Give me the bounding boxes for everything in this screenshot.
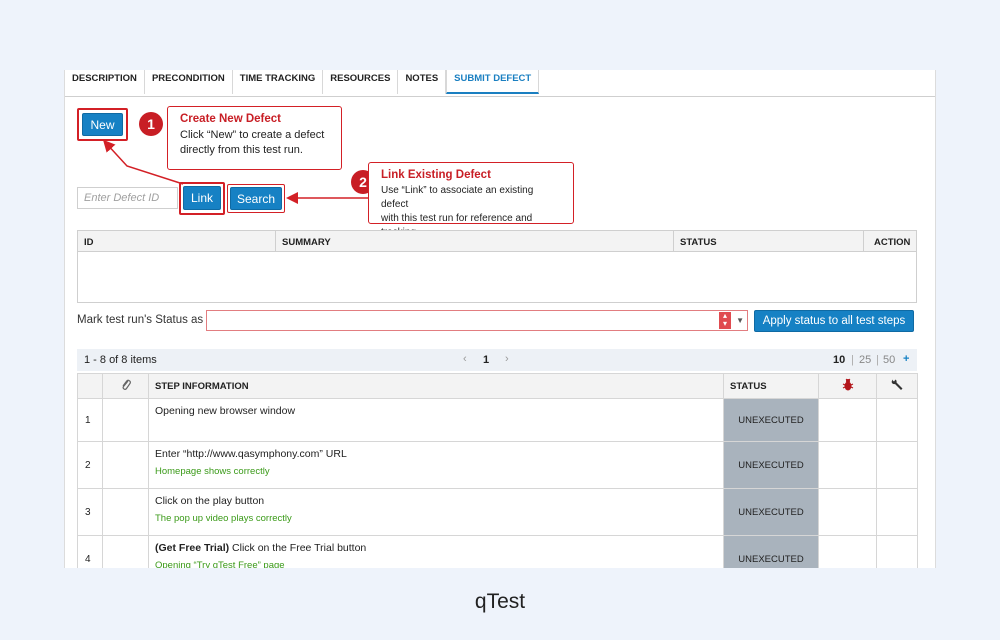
defect-table-header: ID SUMMARY STATUS ACTION xyxy=(77,230,917,252)
step-bug-cell xyxy=(818,441,877,489)
col-summary: SUMMARY xyxy=(282,237,331,248)
callout-1-badge: 1 xyxy=(139,112,163,136)
step-attachment-cell xyxy=(102,441,149,489)
test-steps-table: STEP INFORMATION STATUS 1 Opening new br… xyxy=(77,373,918,568)
bug-icon xyxy=(842,378,853,390)
new-defect-button[interactable]: New xyxy=(82,113,123,136)
step-description: Enter “http://www.qasymphony.com” URL xyxy=(155,448,347,460)
page-size-sep: | xyxy=(876,354,879,366)
callout-1-title: Create New Defect xyxy=(180,113,281,125)
steps-header-row: STEP INFORMATION STATUS xyxy=(77,373,918,399)
step-tools-cell xyxy=(876,535,918,568)
step-description: Opening new browser window xyxy=(155,405,296,417)
col-step-status: STATUS xyxy=(723,373,819,399)
image-caption: qTest xyxy=(474,590,526,613)
page-size-sep: | xyxy=(851,354,854,366)
item-range: 1 - 8 of 8 items xyxy=(84,354,157,366)
callout-create-defect: Create New Defect Click “New” to create … xyxy=(167,106,342,170)
step-info-cell: Click on the play button The pop up vide… xyxy=(148,488,724,536)
chevron-down-icon[interactable]: ▼ xyxy=(736,316,744,325)
callout-1-line2: directly from this test run. xyxy=(180,144,303,156)
step-expected-result: Opening “Try qTest Free” page xyxy=(155,560,285,568)
table-row[interactable]: 3 Click on the play button The pop up vi… xyxy=(77,488,918,536)
col-step-information: STEP INFORMATION xyxy=(148,373,724,399)
callout-link-defect: Link Existing Defect Use “Link” to assoc… xyxy=(368,162,574,238)
col-attachment xyxy=(102,373,149,399)
table-row[interactable]: 1 Opening new browser window UNEXECUTED xyxy=(77,398,918,442)
step-tools-cell xyxy=(876,488,918,536)
search-defect-button[interactable]: Search xyxy=(230,187,282,210)
step-number: 4 xyxy=(77,535,103,568)
step-number: 2 xyxy=(77,441,103,489)
page-size-25[interactable]: 25 xyxy=(859,354,871,366)
apply-status-button[interactable]: Apply status to all test steps xyxy=(754,310,914,332)
step-info-cell: Enter “http://www.qasymphony.com” URL Ho… xyxy=(148,441,724,489)
page-size-50[interactable]: 50 xyxy=(883,354,895,366)
step-expected-result: The pop up video plays correctly xyxy=(155,513,292,524)
step-description: (Get Free Trial) Click on the Free Trial… xyxy=(155,542,717,554)
step-bug-cell xyxy=(818,488,877,536)
step-info-cell: Opening new browser window xyxy=(148,398,724,442)
step-status[interactable]: UNEXECUTED xyxy=(723,488,819,536)
col-tools xyxy=(876,373,918,399)
page-size-10[interactable]: 10 xyxy=(833,354,845,366)
step-keyword: (Get Free Trial) xyxy=(155,542,230,554)
status-label: Mark test run's Status as xyxy=(77,314,204,326)
status-select[interactable]: ▴ ▾ ▼ xyxy=(206,310,748,331)
step-attachment-cell xyxy=(102,398,149,442)
col-id: ID xyxy=(84,237,94,248)
pagination-bar: 1 - 8 of 8 items ‹ 1 › 10 | 25 | 50 + xyxy=(77,349,917,371)
required-marker-icon: ▴ ▾ xyxy=(719,312,731,329)
callout-1-line1: Click “New” to create a defect xyxy=(180,129,325,141)
col-status: STATUS xyxy=(680,237,717,248)
step-tools-cell xyxy=(876,441,918,489)
defect-id-input[interactable] xyxy=(77,187,178,209)
step-attachment-cell xyxy=(102,535,149,568)
defect-table-body xyxy=(77,252,917,303)
callout-2-title: Link Existing Defect xyxy=(381,169,491,181)
prev-page-icon[interactable]: ‹ xyxy=(463,353,467,365)
next-page-icon[interactable]: › xyxy=(505,353,509,365)
col-action: ACTION xyxy=(874,237,911,248)
step-tools-cell xyxy=(876,398,918,442)
step-expected-result: Homepage shows correctly xyxy=(155,466,270,477)
link-defect-button[interactable]: Link xyxy=(183,186,221,210)
step-description: Click on the play button xyxy=(155,495,265,507)
step-number: 1 xyxy=(77,398,103,442)
table-row[interactable]: 2 Enter “http://www.qasymphony.com” URL … xyxy=(77,441,918,489)
step-bug-cell xyxy=(818,398,877,442)
callout-2-line1: Use “Link” to associate an existing defe… xyxy=(381,185,534,210)
step-status[interactable]: UNEXECUTED xyxy=(723,535,819,568)
step-number: 3 xyxy=(77,488,103,536)
step-info-cell: (Get Free Trial) Click on the Free Trial… xyxy=(148,535,724,568)
col-num xyxy=(77,373,103,399)
current-page[interactable]: 1 xyxy=(483,354,489,366)
step-status[interactable]: UNEXECUTED xyxy=(723,441,819,489)
step-attachment-cell xyxy=(102,488,149,536)
step-status[interactable]: UNEXECUTED xyxy=(723,398,819,442)
paperclip-icon xyxy=(122,379,131,390)
wrench-icon xyxy=(891,379,903,390)
test-run-panel: DESCRIPTION PRECONDITION TIME TRACKING R… xyxy=(64,70,936,568)
step-bug-cell xyxy=(818,535,877,568)
col-bug xyxy=(818,373,877,399)
table-row[interactable]: 4 (Get Free Trial) Click on the Free Tri… xyxy=(77,535,918,568)
add-page-size-icon[interactable]: + xyxy=(903,353,909,365)
step-text: Click on the Free Trial button xyxy=(229,542,367,554)
